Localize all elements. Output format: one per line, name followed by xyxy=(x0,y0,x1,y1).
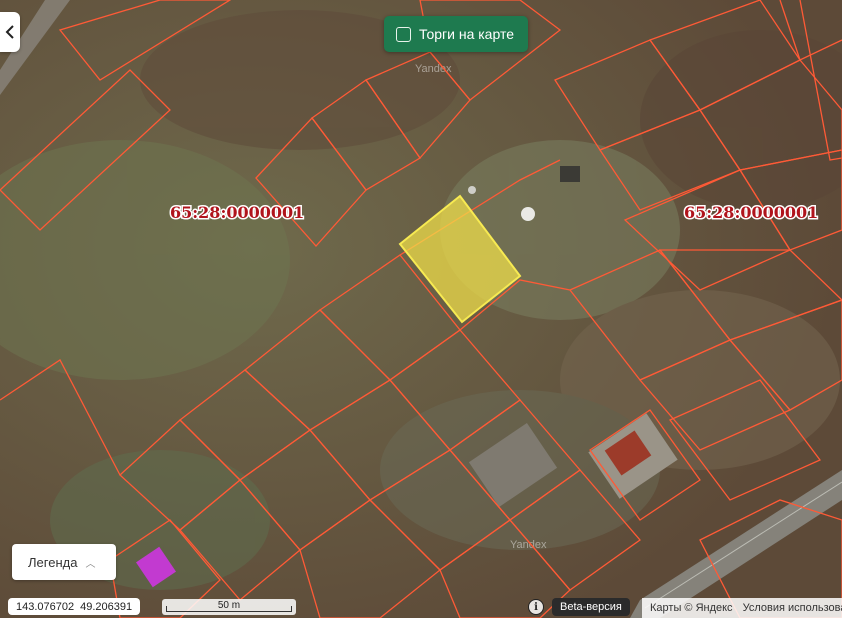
chevron-up-icon: ︿ xyxy=(85,558,96,570)
beta-badge[interactable]: Beta-версия xyxy=(552,598,630,616)
legend-button[interactable]: Легенда ︿ xyxy=(12,544,116,580)
terms-link[interactable]: Условия использования xyxy=(743,602,842,614)
legend-button-label: Легенда xyxy=(28,554,78,570)
auction-map-toggle[interactable]: Торги на карте xyxy=(384,16,528,52)
auction-map-toggle-label: Торги на карте xyxy=(419,26,514,42)
cadastral-quarter-label: 65:28:0000001 xyxy=(170,203,304,222)
info-icon[interactable]: i xyxy=(528,599,544,615)
map-attribution: Карты © Яндекс Условия использования xyxy=(642,598,842,618)
latitude-value: 49.206391 xyxy=(80,600,133,613)
checkbox-icon[interactable] xyxy=(396,26,411,42)
back-button[interactable] xyxy=(0,12,20,52)
longitude-value: 143.076702 xyxy=(16,600,75,613)
scale-label: 50 m xyxy=(217,600,241,611)
scale-bar: 50 m xyxy=(162,599,296,615)
map-watermark: Yandex xyxy=(415,63,452,75)
copyright-text[interactable]: Карты © Яндекс xyxy=(650,602,733,614)
satellite-map[interactable]: Yandex Yandex 65:28:0000001 65:28:000000… xyxy=(0,0,842,618)
coordinates-readout: 143.076702 49.206391 xyxy=(8,598,141,615)
cadastral-quarter-label: 65:28:0000001 xyxy=(684,203,818,222)
chevron-left-icon xyxy=(5,25,14,39)
